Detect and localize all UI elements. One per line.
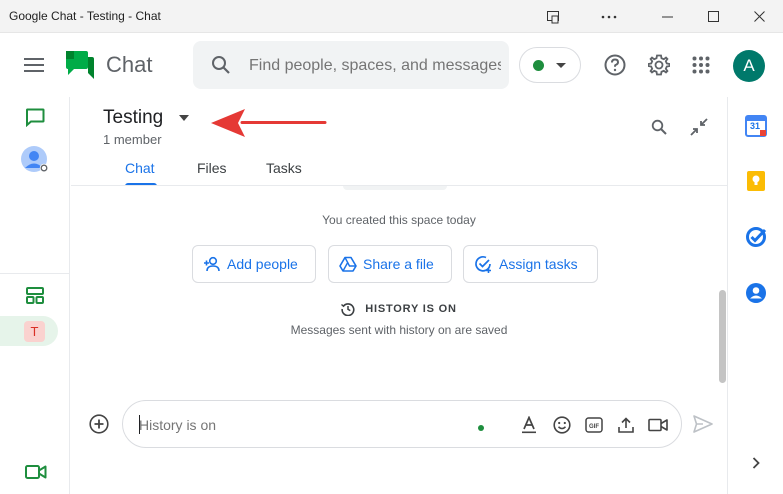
chevron-down-icon [556,63,566,68]
space-avatar: T [24,321,45,342]
annotation-arrow [208,108,328,145]
status-active-icon [533,60,544,71]
space-main: Testing 1 member Chat Files Tasks You cr… [71,97,727,494]
window-titlebar: Google Chat - Testing - Chat [0,0,783,33]
share-file-button[interactable]: Share a file [328,245,452,283]
gif-icon[interactable]: GIF [582,413,606,437]
chevron-down-icon[interactable] [179,115,189,121]
member-count: 1 member [103,132,162,147]
emoji-icon[interactable] [550,413,574,437]
history-title: HISTORY IS ON [365,303,457,315]
send-icon[interactable] [691,412,715,436]
app-name: Chat [106,52,153,77]
google-chat-logo [64,51,94,84]
search-icon [211,55,231,80]
share-file-label: Share a file [363,256,434,272]
rail-divider [0,273,70,274]
search-bar[interactable] [193,41,509,89]
calendar-icon[interactable]: 31 [744,114,768,138]
history-status: HISTORY IS ON [71,302,727,316]
settings-gear-icon[interactable] [643,49,675,81]
space-created-notice: You created this space today [322,213,476,227]
side-panel-rail: 31 [727,97,783,494]
format-text-icon[interactable] [517,413,541,437]
space-title[interactable]: Testing [103,107,163,129]
apps-grid-icon[interactable] [685,49,717,81]
close-icon[interactable] [736,0,782,33]
chevron-right-icon[interactable] [744,451,768,475]
history-subtitle: Messages sent with history on are saved [290,323,508,337]
add-task-icon [475,256,491,273]
video-call-icon[interactable] [646,413,670,437]
drive-icon [339,256,357,272]
left-nav-rail: T [0,97,70,494]
status-selector[interactable] [519,47,581,83]
svg-text:GIF: GIF [589,424,599,430]
cast-icon[interactable] [530,0,576,33]
add-person-icon [204,256,220,272]
calendar-day: 31 [749,121,760,131]
assign-tasks-button[interactable]: Assign tasks [463,245,598,283]
keep-icon[interactable] [744,169,768,193]
add-people-label: Add people [227,256,298,272]
chat-icon[interactable] [23,105,47,129]
scrollbar-thumb[interactable] [719,290,726,383]
meet-icon[interactable] [24,462,48,482]
more-options-icon[interactable] [586,0,632,33]
account-status-icon[interactable] [20,145,50,175]
contacts-icon[interactable] [744,281,768,305]
minimize-icon[interactable] [644,0,690,33]
app-header: Chat A [0,33,783,97]
tasks-icon[interactable] [744,225,768,249]
upload-icon[interactable] [614,413,638,437]
tab-files[interactable]: Files [197,160,227,176]
tab-chat[interactable]: Chat [125,160,155,176]
message-composer[interactable]: GIF [122,400,682,448]
maximize-icon[interactable] [690,0,736,33]
add-attachment-icon[interactable] [88,413,110,435]
assign-tasks-label: Assign tasks [499,256,578,272]
tab-tasks[interactable]: Tasks [266,160,302,176]
presence-dot [478,425,484,431]
history-clock-icon [341,303,355,316]
collapse-icon[interactable] [685,113,713,141]
help-icon[interactable] [599,49,631,81]
window-title: Google Chat - Testing - Chat [9,9,161,23]
message-input[interactable] [139,414,459,436]
spaces-icon[interactable] [24,284,46,306]
search-input[interactable] [249,55,501,77]
add-people-button[interactable]: Add people [192,245,316,283]
main-menu-icon[interactable] [18,49,50,81]
account-avatar[interactable]: A [733,50,765,82]
previous-message-edge [343,186,447,190]
search-in-space-icon[interactable] [645,113,673,141]
